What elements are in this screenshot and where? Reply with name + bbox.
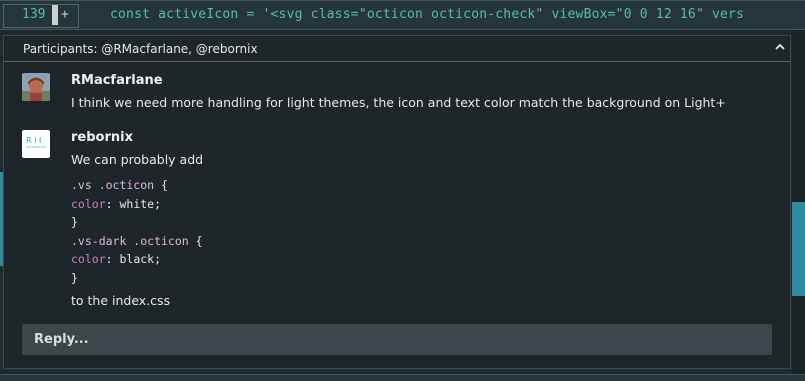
comment-thread-panel: Participants: @RMacfarlane, @rebornix RM…	[3, 35, 791, 369]
chevron-up-icon[interactable]	[773, 40, 787, 54]
comment-author: RMacfarlane	[71, 73, 163, 88]
code-selector: .vs-dark .octicon	[71, 233, 189, 248]
svg-text:R I I: R I I	[26, 136, 41, 145]
reply-input[interactable]: Reply...	[22, 324, 772, 355]
code-value: : black;	[105, 252, 162, 266]
code-snippet: .vs .octicon { color: white; } .vs-dark …	[71, 176, 203, 287]
code-line-text: const activeIcon = '<svg class="octicon …	[110, 7, 745, 22]
reply-placeholder: Reply...	[34, 332, 89, 347]
thread-header: Participants: @RMacfarlane, @rebornix	[4, 36, 790, 62]
comment-footer-text: to the index.css	[71, 293, 171, 308]
add-comment-icon[interactable]: +	[61, 7, 69, 22]
avatar: R I I	[22, 130, 50, 158]
code-brace: {	[154, 178, 168, 192]
code-property: color	[71, 196, 106, 211]
code-property: color	[71, 252, 106, 266]
comment-author: rebornix	[71, 130, 133, 145]
scrollbar-thumb[interactable]	[792, 202, 805, 296]
comment-gutter-marker[interactable]	[52, 5, 58, 25]
code-brace: }	[71, 270, 78, 285]
scrollbar[interactable]	[792, 30, 805, 375]
participants-label: Participants: @RMacfarlane, @rebornix	[23, 42, 258, 56]
avatar	[22, 73, 50, 101]
comment-body: I think we need more handling for light …	[71, 95, 726, 110]
editor-next-line	[0, 374, 805, 381]
code-value: : white;	[105, 196, 162, 211]
line-number: 139	[22, 7, 46, 22]
code-brace: {	[188, 233, 203, 248]
code-brace: }	[71, 215, 78, 229]
comment-body: We can probably add	[71, 152, 204, 167]
code-selector: .vs .octicon	[71, 178, 155, 192]
editor-current-line: 139 + const activeIcon = '<svg class="oc…	[0, 0, 805, 30]
